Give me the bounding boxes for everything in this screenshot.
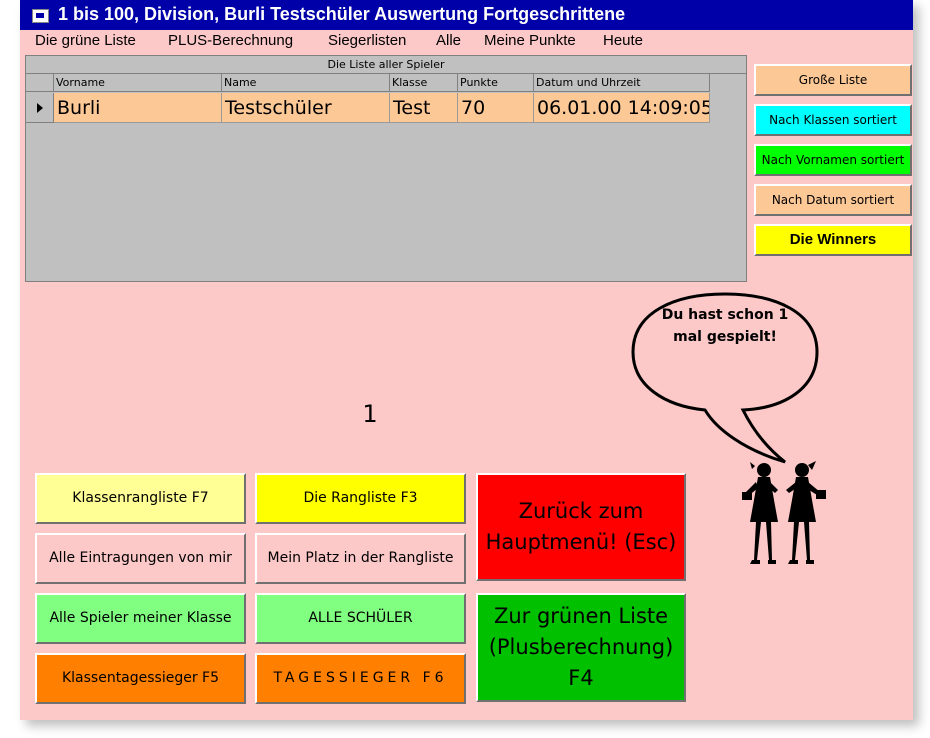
menu-siegerlisten[interactable]: Siegerlisten <box>328 32 406 49</box>
cell-name[interactable]: Testschüler <box>222 93 390 123</box>
game-counter: 1 <box>362 400 378 428</box>
menu-bar: Die grüne Liste PLUS-Berechnung Siegerli… <box>20 30 913 52</box>
grid-caption: Die Liste aller Spieler <box>26 56 746 74</box>
column-header-klasse[interactable]: Klasse <box>390 74 458 92</box>
mein-platz-button[interactable]: Mein Platz in der Rangliste <box>255 533 466 584</box>
klassentagessieger-button[interactable]: Klassentagessieger F5 <box>35 653 246 704</box>
rangliste-button[interactable]: Die Rangliste F3 <box>255 473 466 524</box>
nach-vornamen-sortiert-button[interactable]: Nach Vornamen sortiert <box>754 144 912 176</box>
cell-datum[interactable]: 06.01.00 14:09:05 <box>534 93 710 123</box>
menu-alle[interactable]: Alle <box>436 32 461 49</box>
speech-bubble: Du hast schon 1 mal gespielt! <box>625 290 825 470</box>
cell-vorname[interactable]: Burli <box>54 93 222 123</box>
zurueck-hauptmenue-button[interactable]: Zurück zum Hauptmenü! (Esc) <box>476 473 686 581</box>
cell-punkte[interactable]: 70 <box>458 93 534 123</box>
app-window: 1 bis 100, Division, Burli Testschüler A… <box>20 0 913 720</box>
alle-schueler-button[interactable]: ALLE SCHÜLER <box>255 593 466 644</box>
window-title: 1 bis 100, Division, Burli Testschüler A… <box>58 4 626 24</box>
column-header-datum[interactable]: Datum und Uhrzeit <box>534 74 710 92</box>
menu-die-gruene-liste[interactable]: Die grüne Liste <box>35 32 136 49</box>
column-header-name[interactable]: Name <box>222 74 390 92</box>
two-girls-silhouette-icon <box>738 460 828 575</box>
nach-datum-sortiert-button[interactable]: Nach Datum sortiert <box>754 184 912 216</box>
spieler-meiner-klasse-button[interactable]: Alle Spieler meiner Klasse <box>35 593 246 644</box>
window-icon[interactable] <box>32 9 49 23</box>
klassenrangliste-button[interactable]: Klassenrangliste F7 <box>35 473 246 524</box>
title-bar: 1 bis 100, Division, Burli Testschüler A… <box>20 0 913 30</box>
players-grid[interactable]: Die Liste aller Spieler Vorname Name Kla… <box>25 55 747 282</box>
menu-heute[interactable]: Heute <box>603 32 643 49</box>
column-header-punkte[interactable]: Punkte <box>458 74 534 92</box>
menu-meine-punkte[interactable]: Meine Punkte <box>484 32 576 49</box>
grid-corner <box>26 74 54 92</box>
cell-klasse[interactable]: Test <box>390 93 458 123</box>
die-winners-button[interactable]: Die Winners <box>754 224 912 256</box>
grosse-liste-button[interactable]: Große Liste <box>754 64 912 96</box>
zur-gruenen-liste-button[interactable]: Zur grünen Liste (Plusberechnung) F4 <box>476 593 686 702</box>
alle-eintragungen-button[interactable]: Alle Eintragungen von mir <box>35 533 246 584</box>
speech-bubble-text: Du hast schon 1 mal gespielt! <box>661 307 789 345</box>
tagessieger-button[interactable]: TAGESSIEGER F6 <box>255 653 466 704</box>
menu-plus-berechnung[interactable]: PLUS-Berechnung <box>168 32 293 49</box>
row-selector-arrow-icon[interactable] <box>26 93 54 123</box>
nach-klassen-sortiert-button[interactable]: Nach Klassen sortiert <box>754 104 912 136</box>
column-header-vorname[interactable]: Vorname <box>54 74 222 92</box>
